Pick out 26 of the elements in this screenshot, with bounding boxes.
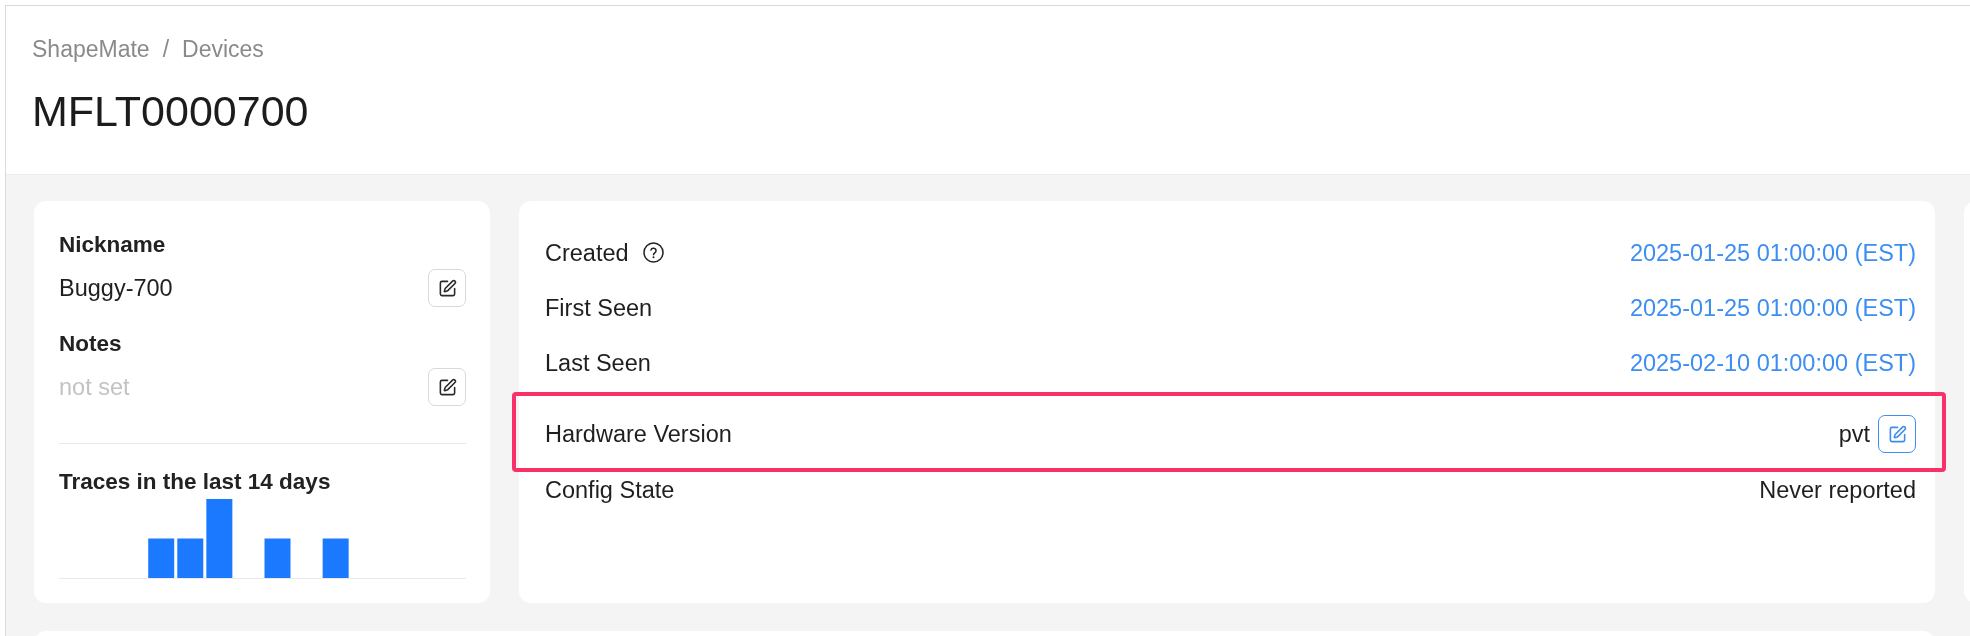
detail-label: First Seen — [545, 293, 653, 322]
trace-bar — [177, 538, 204, 578]
field-label: Notes — [59, 330, 122, 358]
field-value: Buggy-700 — [59, 274, 173, 302]
field-value: not set — [59, 373, 130, 401]
page-title: MFLT0000700 — [32, 86, 309, 137]
breadcrumb-separator: / — [162, 35, 170, 63]
timestamp-value: 2025-02-10 01:00:00 (EST) — [1629, 348, 1916, 377]
detail-value: pvt — [1838, 420, 1870, 448]
edit-icon — [437, 377, 457, 397]
detail-label: Last Seen — [545, 348, 651, 377]
timestamp-value: 2025-01-25 01:00:00 (EST) — [1629, 293, 1916, 322]
trace-bar — [148, 538, 175, 578]
detail-label: Hardware Version — [545, 420, 732, 448]
breadcrumb-link[interactable]: Devices — [182, 35, 264, 63]
trace-bar — [322, 538, 349, 578]
chart-title: Traces in the last 14 days — [59, 468, 331, 496]
field-label: Nickname — [59, 231, 166, 259]
edit-icon — [1887, 424, 1907, 444]
timestamp-value: 2025-01-25 01:00:00 (EST) — [1629, 238, 1916, 267]
detail-value: Never reported — [1759, 475, 1916, 504]
detail-label: Created — [545, 238, 629, 267]
breadcrumb-link[interactable]: ShapeMate — [32, 35, 150, 63]
edit-icon — [437, 278, 457, 298]
trace-bar — [264, 538, 291, 578]
detail-label: Config State — [545, 475, 675, 504]
